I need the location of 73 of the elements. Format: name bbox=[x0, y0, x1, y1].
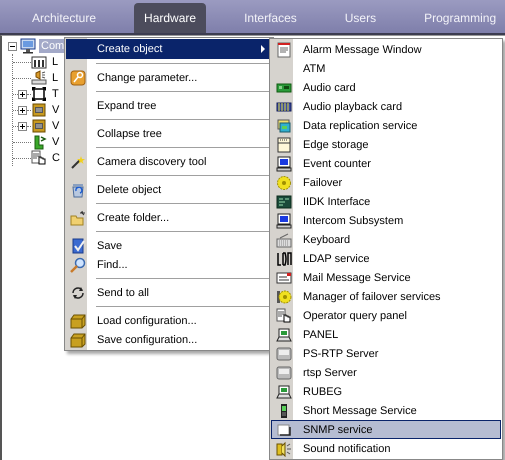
server-icon bbox=[276, 364, 292, 380]
gear-icon bbox=[276, 174, 292, 190]
trash-icon bbox=[70, 182, 86, 198]
window-icon bbox=[276, 422, 292, 438]
menu-item[interactable]: PS-RTP Server bbox=[271, 344, 501, 363]
menu-item[interactable]: Failover bbox=[271, 173, 501, 192]
tree-item[interactable]: V bbox=[50, 119, 62, 133]
menu-item[interactable]: Alarm Message Window bbox=[271, 40, 501, 59]
search-icon bbox=[70, 256, 86, 272]
computer-icon bbox=[276, 156, 292, 172]
menu-item[interactable]: Manager of failover services bbox=[271, 287, 501, 306]
laptop-icon bbox=[276, 384, 292, 400]
folder-icon bbox=[70, 210, 86, 226]
menu-item[interactable]: Event counter bbox=[271, 154, 501, 173]
menu-item[interactable]: IIDK Interface bbox=[271, 192, 501, 211]
menu-item[interactable]: Audio playback card bbox=[271, 97, 501, 116]
menu-item[interactable]: LDAP service bbox=[271, 249, 501, 268]
speaker-icon bbox=[31, 70, 47, 86]
key-icon bbox=[70, 70, 86, 86]
menu-item[interactable]: Create folder... bbox=[66, 208, 272, 227]
menu-item[interactable]: Find... bbox=[66, 255, 272, 274]
server-icon bbox=[276, 346, 292, 362]
panel-icon bbox=[31, 54, 47, 70]
menu-item[interactable]: PANEL bbox=[271, 325, 501, 344]
box-icon bbox=[70, 332, 86, 348]
laptop-icon bbox=[276, 326, 292, 342]
chip-icon bbox=[31, 118, 47, 134]
frame-icon bbox=[31, 86, 47, 102]
menu-item[interactable]: Mail Message Service bbox=[271, 268, 501, 287]
menu-item[interactable]: Camera discovery tool bbox=[66, 152, 272, 171]
expand-icon[interactable] bbox=[18, 106, 26, 114]
menu-item[interactable]: Short Message Service bbox=[271, 401, 501, 420]
wand-icon bbox=[70, 154, 86, 170]
tree-item[interactable]: L bbox=[50, 55, 60, 69]
computer-icon bbox=[276, 212, 292, 228]
tab[interactable]: Hardware bbox=[134, 3, 206, 33]
gear-icon bbox=[276, 288, 292, 304]
mail-icon bbox=[276, 270, 292, 286]
document-icon bbox=[70, 238, 86, 254]
menu-item[interactable]: Intercom Subsystem bbox=[271, 211, 501, 230]
tree-item[interactable]: C bbox=[50, 151, 62, 165]
collapse-icon[interactable] bbox=[8, 42, 17, 50]
database-icon bbox=[276, 118, 292, 134]
menu-item[interactable]: Data replication service bbox=[271, 116, 501, 135]
chip-icon bbox=[31, 102, 47, 118]
menu-item[interactable]: Create object bbox=[66, 39, 272, 59]
menu-item[interactable]: rtsp Server bbox=[271, 363, 501, 382]
menu-item[interactable]: Send to all bbox=[66, 283, 272, 302]
terminal-icon bbox=[276, 194, 292, 210]
menu-item[interactable]: Edge storage bbox=[271, 135, 501, 154]
menu-item[interactable]: RUBEG bbox=[271, 382, 501, 401]
speaker-icon bbox=[276, 440, 292, 456]
refresh-icon bbox=[70, 284, 86, 300]
menu-item[interactable]: Operator query panel bbox=[271, 306, 501, 325]
menu-item[interactable]: ATM bbox=[271, 59, 501, 78]
expand-icon[interactable] bbox=[18, 122, 26, 130]
menu-item[interactable]: Collapse tree bbox=[66, 124, 272, 143]
document-icon bbox=[276, 42, 292, 58]
tree-item[interactable]: L bbox=[50, 71, 60, 85]
expand-icon[interactable] bbox=[18, 90, 26, 98]
menu-item[interactable]: SNMP service bbox=[271, 420, 501, 439]
tree-item[interactable]: T bbox=[50, 87, 61, 101]
tree-item[interactable]: V bbox=[50, 135, 62, 149]
menu-item[interactable]: Sound notification bbox=[271, 439, 501, 458]
menu-item[interactable]: Expand tree bbox=[66, 96, 272, 115]
tree-item[interactable]: V bbox=[50, 103, 62, 117]
menu-item[interactable]: Audio card bbox=[271, 78, 501, 97]
menu-item[interactable]: Keyboard bbox=[271, 230, 501, 249]
box-icon bbox=[70, 312, 86, 328]
keyboard-icon bbox=[276, 232, 292, 248]
ldap-icon bbox=[276, 250, 292, 266]
storage-icon bbox=[276, 136, 292, 152]
computer-icon bbox=[20, 38, 36, 54]
